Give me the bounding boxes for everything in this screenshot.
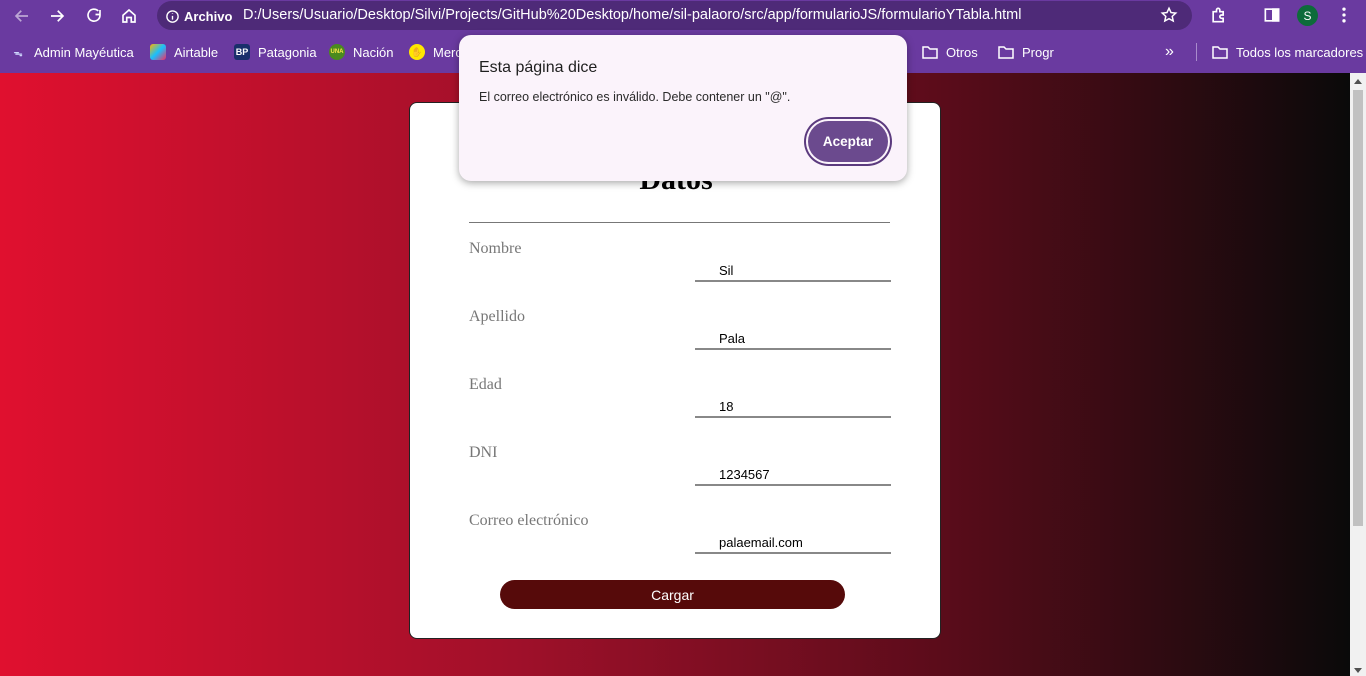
airtable-icon bbox=[150, 44, 166, 60]
bookmark-airtable[interactable]: Airtable bbox=[150, 43, 218, 61]
folder-icon bbox=[998, 44, 1014, 60]
site-badge-label: Archivo bbox=[184, 8, 233, 24]
dni-input[interactable]: 1234567 bbox=[695, 464, 891, 486]
bookmarks-divider bbox=[1196, 43, 1197, 61]
forward-button[interactable] bbox=[45, 4, 69, 28]
handshake-icon: ✋ bbox=[409, 44, 425, 60]
profile-avatar[interactable]: S bbox=[1297, 5, 1318, 26]
aceptar-button[interactable]: Aceptar bbox=[808, 121, 888, 162]
edad-label: Edad bbox=[469, 376, 502, 393]
apellido-input[interactable]: Pala bbox=[695, 328, 891, 350]
cargar-button[interactable]: Cargar bbox=[500, 580, 845, 609]
title-divider bbox=[469, 222, 890, 223]
all-bookmarks-folder[interactable]: Todos los marcadores bbox=[1212, 43, 1363, 61]
home-icon bbox=[122, 8, 136, 23]
scroll-up-arrow-icon[interactable] bbox=[1354, 79, 1362, 84]
browser-menu-button[interactable] bbox=[1334, 5, 1354, 25]
bp-icon: BP bbox=[234, 44, 250, 60]
more-bookmarks-button[interactable]: » bbox=[1165, 43, 1174, 61]
browser-toolbar: Archivo D:/Users/Usuario/Desktop/Silvi/P… bbox=[0, 0, 1366, 31]
una-icon: UNA bbox=[329, 44, 345, 60]
site-info-chip[interactable]: Archivo bbox=[165, 7, 232, 25]
bookmark-admin-mayeutica[interactable]: ᯓ Admin Mayéutica bbox=[10, 43, 134, 61]
bookmark-label: Admin Mayéutica bbox=[34, 44, 134, 60]
bookmark-star-button[interactable] bbox=[1160, 6, 1178, 24]
reload-button[interactable] bbox=[82, 4, 106, 28]
bookmark-folder-otros[interactable]: Otros bbox=[922, 43, 978, 61]
alert-dialog: Esta página dice El correo electrónico e… bbox=[459, 35, 907, 181]
edad-input[interactable]: 18 bbox=[695, 396, 891, 418]
bookmark-nacion[interactable]: UNA Nación bbox=[329, 43, 393, 61]
bookmark-label: Airtable bbox=[174, 44, 219, 60]
folder-icon bbox=[1212, 44, 1228, 60]
address-bar[interactable]: Archivo D:/Users/Usuario/Desktop/Silvi/P… bbox=[157, 1, 1192, 30]
folder-icon bbox=[922, 44, 938, 60]
puzzle-icon bbox=[1212, 7, 1224, 23]
side-panel-button[interactable] bbox=[1262, 5, 1282, 25]
home-button[interactable] bbox=[117, 4, 141, 28]
bookmark-merc[interactable]: ✋ Merc bbox=[409, 43, 462, 61]
dialog-title: Esta página dice bbox=[479, 59, 598, 76]
bookmark-patagonia[interactable]: BP Patagonia bbox=[234, 43, 317, 61]
form-card: Datos Nombre Sil Apellido Pala Edad 18 D… bbox=[409, 102, 941, 639]
bookmark-label: Nación bbox=[353, 44, 394, 60]
more-vertical-icon bbox=[1342, 7, 1346, 23]
bookmark-folder-progr[interactable]: Progr bbox=[998, 43, 1054, 61]
email-input[interactable]: palaemail.com bbox=[695, 532, 891, 554]
extensions-button[interactable] bbox=[1209, 5, 1229, 25]
page-scrollbar[interactable] bbox=[1350, 73, 1366, 676]
back-button[interactable] bbox=[10, 4, 34, 28]
reload-icon bbox=[87, 8, 101, 22]
bookmark-label: Merc bbox=[433, 44, 462, 60]
scroll-thumb[interactable] bbox=[1353, 90, 1363, 526]
dialog-message: El correo electrónico es inválido. Debe … bbox=[479, 90, 791, 104]
url-text[interactable]: D:/Users/Usuario/Desktop/Silvi/Projects/… bbox=[243, 7, 1021, 23]
chevron-double-right-icon: » bbox=[1165, 43, 1174, 60]
apellido-label: Apellido bbox=[469, 308, 525, 325]
bookmark-label: Otros bbox=[946, 44, 978, 60]
email-label: Correo electrónico bbox=[469, 512, 589, 529]
bookmark-label: Progr bbox=[1022, 44, 1054, 60]
side-panel-icon bbox=[1264, 8, 1280, 22]
bookmark-label: Patagonia bbox=[258, 44, 317, 60]
arrow-left-icon bbox=[14, 10, 28, 22]
nombre-label: Nombre bbox=[469, 240, 522, 257]
bird-icon: ᯓ bbox=[13, 47, 23, 58]
dni-label: DNI bbox=[469, 444, 498, 461]
scroll-down-arrow-icon[interactable] bbox=[1354, 668, 1362, 673]
bookmark-label: Todos los marcadores bbox=[1236, 44, 1364, 60]
arrow-right-icon bbox=[51, 10, 65, 22]
nombre-input[interactable]: Sil bbox=[695, 260, 891, 282]
star-icon bbox=[1160, 6, 1178, 23]
info-icon bbox=[166, 9, 179, 23]
